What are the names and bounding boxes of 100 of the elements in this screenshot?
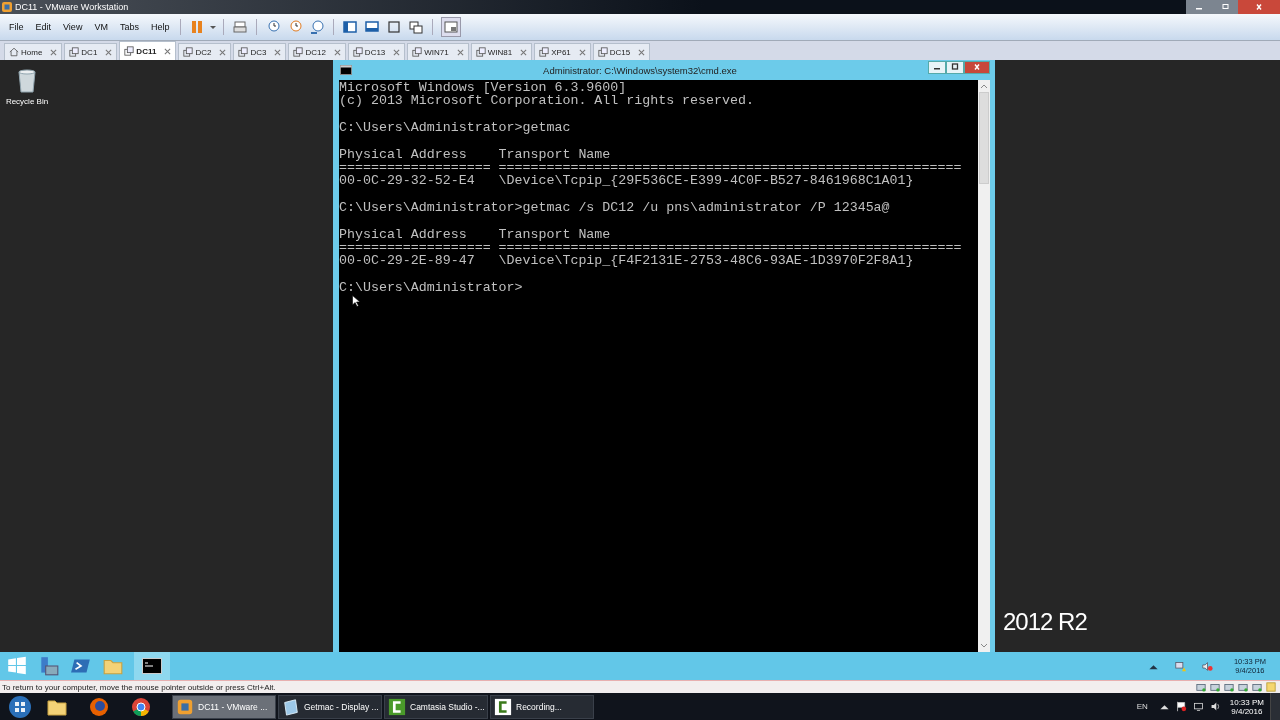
taskbar-button[interactable]: Camtasia Studio -... (384, 694, 488, 719)
vm-tab[interactable]: DC2 (178, 43, 232, 60)
scroll-thumb[interactable] (979, 92, 989, 184)
scroll-up-icon (980, 83, 988, 89)
speaker-muted-icon[interactable] (1201, 660, 1213, 672)
console-view-icon[interactable] (364, 19, 381, 35)
close-icon[interactable] (105, 48, 113, 56)
status-message: To return to your computer, move the mouse pointer outside or press Ctrl+Alt. (1, 682, 276, 692)
vm-tab[interactable]: XP61 (534, 43, 591, 60)
maximize-button[interactable] (946, 60, 964, 74)
close-button[interactable] (1238, 0, 1280, 14)
window-title: DC11 - VMware Workstation (15, 2, 129, 12)
close-icon[interactable] (333, 48, 341, 56)
device-icon[interactable] (1196, 682, 1206, 692)
firefox-icon[interactable] (88, 695, 110, 718)
network-warning-icon[interactable] (1174, 660, 1186, 672)
tab-label: DC1 (81, 47, 98, 57)
snapshot-manager-icon[interactable] (309, 19, 326, 35)
console-title: Administrator: C:\Windows\system32\cmd.exe (542, 64, 738, 76)
vm-icon (124, 46, 135, 56)
menu-item[interactable]: Tabs (114, 20, 144, 34)
tab-label: WIN81 (487, 47, 513, 57)
console-line: Physical Address Transport Name (339, 147, 611, 161)
vm-tab[interactable]: DC1 (64, 43, 118, 60)
network-icon[interactable] (1192, 701, 1204, 712)
device-icon[interactable] (1210, 682, 1220, 692)
vm-icon (293, 47, 304, 57)
vm-tab[interactable]: DC3 (233, 43, 287, 60)
minimize-button[interactable] (928, 60, 946, 74)
close-icon (1254, 4, 1264, 10)
close-icon[interactable] (274, 48, 282, 56)
close-icon[interactable] (393, 48, 401, 56)
device-icon[interactable] (1224, 682, 1234, 692)
scroll-bar[interactable] (978, 80, 990, 652)
tab-label: DC3 (250, 47, 267, 57)
vm-icon (352, 47, 363, 57)
chrome-icon[interactable] (130, 695, 152, 718)
taskbar-button[interactable]: Getmac - Display ... (278, 694, 382, 719)
windows-start-icon[interactable] (6, 655, 28, 677)
snapshot-icon[interactable] (265, 19, 282, 35)
vm-tab[interactable]: DC15 (592, 43, 651, 60)
tab-label: Home (21, 47, 43, 57)
maximize-icon (950, 63, 960, 71)
console-icon (340, 65, 352, 75)
device-icon[interactable] (1238, 682, 1248, 692)
clock-time: 10:33 PM (1229, 697, 1264, 707)
vm-icon (597, 47, 608, 57)
vm-icon (183, 47, 194, 57)
thumbnail-icon[interactable] (441, 17, 462, 37)
taskbar-button[interactable]: Recording... (490, 694, 594, 719)
console-taskbar-button[interactable] (134, 652, 170, 680)
home-icon (9, 47, 19, 57)
close-icon (972, 63, 982, 71)
close-icon[interactable] (219, 48, 227, 56)
vm-icon (69, 47, 80, 57)
os-branding: 2012 R2 (1003, 608, 1087, 636)
vm-tab[interactable]: DC11 (119, 41, 177, 60)
vm-tab[interactable]: Home (4, 43, 63, 60)
close-icon[interactable] (578, 48, 586, 56)
menu-item[interactable]: Help (145, 20, 175, 34)
server-manager-icon[interactable] (38, 655, 60, 677)
speaker-icon[interactable] (1209, 701, 1221, 712)
flag-icon[interactable] (1175, 701, 1187, 712)
vm-tab[interactable]: WIN81 (470, 43, 533, 60)
console-line: =================== ========================================================== (339, 160, 962, 175)
restore-icon (1220, 4, 1230, 10)
console-line: Microsoft Windows [Version 6.3.9600] (339, 81, 627, 95)
desktop-icon-label[interactable]: Recycle Bin (5, 97, 49, 106)
recycle-bin-icon[interactable] (15, 66, 39, 94)
close-icon[interactable] (638, 48, 646, 56)
revert-snapshot-icon[interactable] (287, 19, 304, 35)
document-icon (282, 697, 300, 716)
menu-item[interactable]: Edit (30, 20, 57, 34)
unity-icon[interactable] (408, 19, 425, 35)
mouse-cursor-icon (352, 295, 360, 307)
device-icon[interactable] (1252, 682, 1262, 692)
menu-item[interactable]: VM (89, 20, 113, 34)
send-keys-icon[interactable] (232, 19, 249, 35)
fullscreen-icon[interactable] (386, 19, 403, 35)
menu-item[interactable]: File (4, 20, 29, 34)
close-icon[interactable] (164, 47, 172, 55)
close-icon[interactable] (456, 48, 464, 56)
taskbar-button[interactable]: DC11 - VMware ... (172, 694, 276, 719)
dropdown-arrow-icon[interactable] (209, 23, 218, 31)
input-language[interactable]: EN (1136, 702, 1148, 711)
close-icon[interactable] (50, 48, 58, 56)
close-icon[interactable] (520, 48, 528, 56)
console-line: =================== ========================================================== (339, 240, 962, 255)
console-line: C:\Users\Administrator> (339, 280, 523, 295)
sidebar-icon[interactable] (342, 19, 359, 35)
vm-tab[interactable]: DC13 (347, 43, 406, 60)
vm-tab[interactable]: WIN71 (407, 43, 469, 60)
start-orb-icon[interactable] (8, 694, 32, 719)
restore-button[interactable] (1212, 0, 1238, 14)
vm-icon (475, 47, 486, 57)
menu-item[interactable]: View (58, 20, 88, 34)
scroll-down-icon (980, 643, 988, 649)
close-button[interactable] (964, 60, 990, 74)
tab-label: DC11 (136, 46, 157, 56)
vm-tab[interactable]: DC12 (288, 43, 346, 60)
